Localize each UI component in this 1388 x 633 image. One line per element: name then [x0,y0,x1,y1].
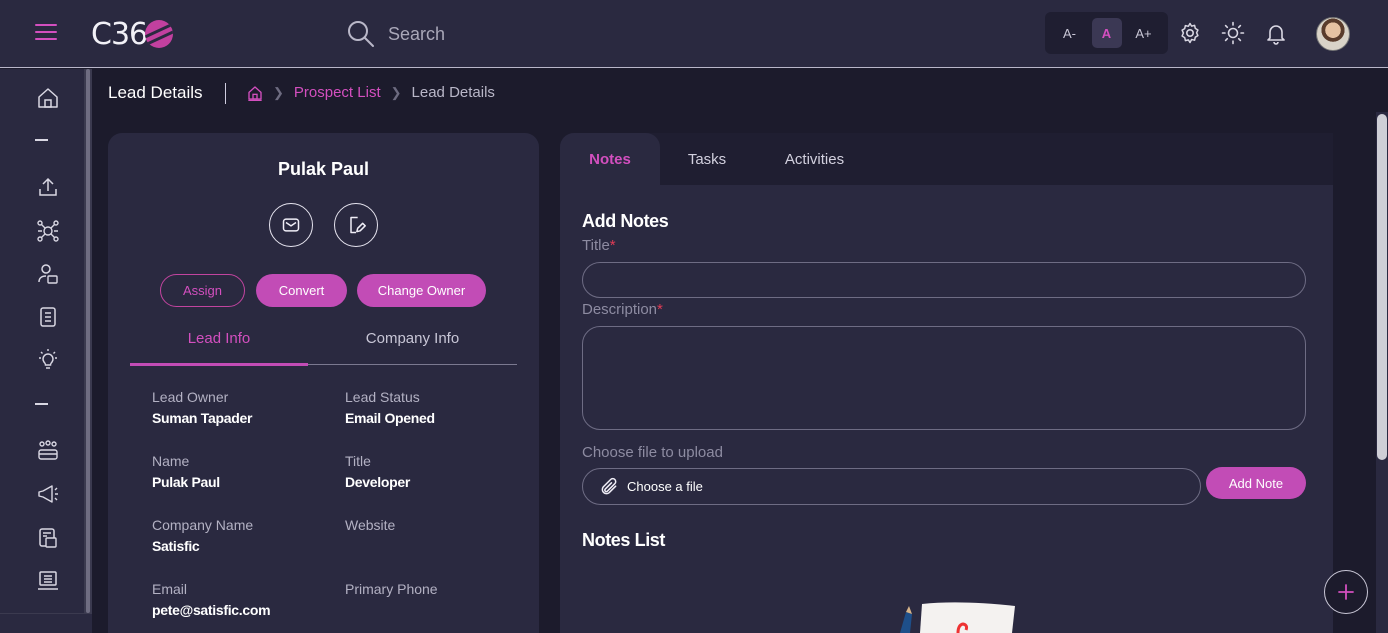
sidebar-footer [0,613,92,633]
upload-icon[interactable] [36,175,60,199]
add-notes-heading: Add Notes [582,211,669,231]
avatar[interactable] [1316,17,1350,51]
tab-company-info[interactable]: Company Info [308,330,517,347]
notes-list-heading: Notes List [582,530,666,550]
choose-file-text: Choose a file [627,479,703,494]
convert-button[interactable]: Convert [256,274,347,307]
company-name-label: Company Name [152,517,254,533]
lightbulb-icon[interactable] [36,348,60,372]
sidebar-divider [35,403,48,405]
sun-icon[interactable] [1221,21,1245,45]
home-icon[interactable] [36,86,60,110]
chevron-right-icon: ❯ [273,84,284,100]
website-label: Website [345,517,396,533]
lead-owner-label: Lead Owner [152,389,229,405]
font-size-controls: A- A A+ [1045,12,1168,54]
font-decrease-button[interactable]: A- [1055,18,1085,48]
sidebar [0,69,84,633]
file-upload-label: Choose file to upload [582,444,723,461]
bell-icon[interactable] [1264,21,1288,45]
network-icon[interactable] [36,219,60,243]
logo-text: C36 [91,16,148,52]
lead-name: Pulak Paul [277,159,370,179]
name-label: Name [152,453,190,469]
active-tab-indicator [130,363,308,366]
team-icon[interactable] [36,439,60,463]
add-fab-button[interactable] [1324,570,1368,614]
activity-tabs: Notes Tasks Activities [560,133,1333,185]
breadcrumb: ❯ Prospect List ❯ Lead Details [247,84,495,101]
breadcrumb-prospect-list[interactable]: Prospect List [294,84,381,101]
lead-card: Pulak Paul Assign Convert Change Owner L… [108,133,539,633]
company-name-value: Satisfic [152,538,200,554]
top-bar: C36 A- A A+ [0,0,1388,68]
required-marker: * [657,301,663,318]
email-button[interactable] [269,203,313,247]
search-input[interactable] [388,23,628,45]
tab-lead-info[interactable]: Lead Info [130,330,308,347]
email-value: pete@satisfic.com [152,602,271,618]
lead-status-label: Lead Status [345,389,420,405]
title-field-label: Title* [582,237,616,254]
contacts-icon[interactable] [36,262,60,286]
lead-info-tabs: Lead Info Company Info [130,323,517,366]
required-marker: * [609,237,616,254]
choose-file-button[interactable]: Choose a file [582,468,1201,505]
sidebar-divider [35,139,48,141]
menu-icon[interactable] [35,24,57,42]
notes-card: Notes Tasks Activities Add Notes Title* … [560,133,1333,633]
megaphone-icon[interactable] [36,482,60,506]
tab-tasks[interactable]: Tasks [660,133,754,185]
settings-icon[interactable] [1178,21,1202,45]
report-icon[interactable] [36,526,60,550]
search-icon[interactable] [346,19,376,49]
document-icon[interactable] [36,305,60,329]
description-label-text: Description [582,301,658,318]
tab-activities[interactable]: Activities [770,133,859,185]
note-title-input[interactable] [582,262,1306,298]
chevron-right-icon: ❯ [390,84,402,100]
mail-icon [282,218,300,232]
page-scrollbar-thumb[interactable] [1377,114,1387,460]
name-value: Pulak Paul [152,474,220,490]
title-label-text: Title [582,237,610,254]
paperclip-icon [601,477,617,494]
note-description-input[interactable] [582,326,1306,430]
title-value: Developer [345,474,410,490]
primary-phone-label: Primary Phone [345,581,438,597]
logo[interactable]: C36 [91,14,174,54]
lead-status-value: Email Opened [345,410,435,426]
font-increase-button[interactable]: A+ [1129,18,1159,48]
add-note-button[interactable]: Add Note [1206,467,1306,499]
tab-notes[interactable]: Notes [560,133,660,185]
assign-button[interactable]: Assign [160,274,245,307]
empty-notes-illustration [900,602,1015,633]
monitor-icon[interactable] [36,569,60,593]
title-separator [225,83,226,104]
email-label: Email [152,581,188,597]
page-title: Lead Details [108,83,203,102]
description-field-label: Description* [582,301,663,318]
home-breadcrumb-icon[interactable] [247,85,263,101]
change-owner-button[interactable]: Change Owner [357,274,486,307]
edit-button[interactable] [334,203,378,247]
plus-icon [1338,584,1354,600]
logo-globe-icon [145,20,174,48]
breadcrumb-current: Lead Details [411,84,495,101]
sidebar-scrollbar[interactable] [84,69,92,613]
font-normal-button[interactable]: A [1091,18,1122,48]
search-bar [346,18,646,50]
title-label: Title [345,453,371,469]
lead-owner-value: Suman Tapader [152,410,253,426]
edit-document-icon [350,216,366,234]
